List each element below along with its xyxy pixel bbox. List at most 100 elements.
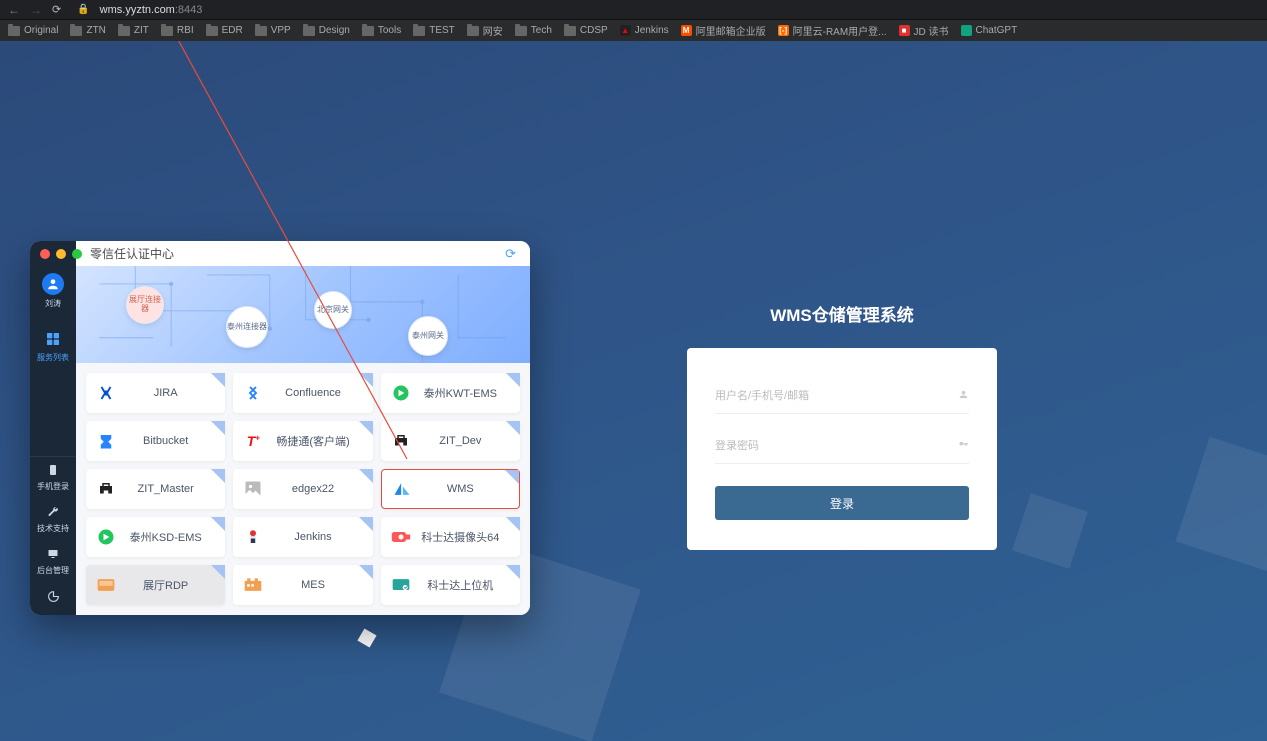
app-tile[interactable]: Bitbucket (86, 421, 225, 461)
tile-corner-badge (359, 373, 373, 387)
monitor-icon (30, 548, 76, 562)
bookmark-item[interactable]: RBI (161, 25, 194, 36)
tile-label: JIRA (118, 387, 217, 399)
username-field-wrapper (715, 378, 969, 414)
bookmark-item[interactable]: Tools (362, 25, 401, 36)
username-input[interactable] (715, 390, 958, 402)
tile-corner-badge (359, 469, 373, 483)
sidebar-item-logout[interactable] (30, 583, 76, 615)
app-tile[interactable]: ZIT_Dev (381, 421, 520, 461)
bookmark-label: ChatGPT (976, 25, 1018, 36)
tile-icon (389, 429, 413, 453)
bookmark-label: Design (319, 25, 350, 36)
tile-icon (389, 525, 413, 549)
app-tile[interactable]: edgex22 (233, 469, 372, 509)
bookmark-item[interactable]: ■JD 读书 (899, 23, 949, 38)
tile-label: MES (265, 579, 364, 591)
bookmark-item[interactable]: [-] 阿里云-RAM用户登... (778, 23, 887, 38)
app-tile[interactable]: Confluence (233, 373, 372, 413)
tile-icon (241, 477, 265, 501)
tile-corner-badge (506, 373, 520, 387)
refresh-button[interactable]: ⟳ (505, 246, 516, 262)
forward-button[interactable]: → (30, 3, 42, 17)
login-section: WMS仓储管理系统 登录 (687, 301, 997, 550)
folder-icon (303, 26, 315, 36)
bookmark-label: Original (24, 25, 58, 36)
app-tile[interactable]: 展厅RDP (86, 565, 225, 605)
bookmark-item[interactable]: Design (303, 25, 350, 36)
favicon: [-] (778, 25, 789, 36)
sidebar-item-backend[interactable]: 后台管理 (30, 541, 76, 583)
node-1: 展厅连接器 (126, 286, 164, 324)
tile-icon (241, 525, 265, 549)
maximize-window-button[interactable] (72, 249, 82, 259)
sidebar-item-support[interactable]: 技术支持 (30, 499, 76, 541)
folder-icon (118, 26, 130, 36)
bookmark-item[interactable]: Tech (515, 25, 552, 36)
folder-icon (564, 26, 576, 36)
tile-label: ZIT_Dev (413, 435, 512, 447)
close-window-button[interactable] (40, 249, 50, 259)
password-field-wrapper (715, 428, 969, 464)
tile-corner-badge (211, 517, 225, 531)
back-button[interactable]: ← (8, 3, 20, 17)
bookmark-label: RBI (177, 25, 194, 36)
app-tile[interactable]: WMS (381, 469, 520, 509)
app-window: 刘涛 服务列表 手机登录 (30, 241, 530, 615)
folder-icon (161, 26, 173, 36)
sidebar-user[interactable]: 刘涛 (30, 267, 76, 315)
bookmark-item[interactable]: CDSP (564, 25, 608, 36)
bookmark-item[interactable]: 网安 (467, 23, 503, 38)
app-sidebar: 刘涛 服务列表 手机登录 (30, 241, 76, 615)
bookmark-label: VPP (271, 25, 291, 36)
bookmark-item[interactable]: ZTN (70, 25, 105, 36)
bookmark-label: 阿里云-RAM用户登... (793, 23, 887, 38)
tile-icon (389, 381, 413, 405)
bookmark-item[interactable]: ZIT (118, 25, 149, 36)
user-avatar-icon (42, 273, 64, 295)
app-tile[interactable]: MES (233, 565, 372, 605)
app-tile[interactable]: 泰州KSD-EMS (86, 517, 225, 557)
phone-icon (30, 464, 76, 478)
key-icon (958, 439, 969, 453)
bookmark-item[interactable]: M阿里邮箱企业版 (681, 23, 766, 38)
tile-corner-badge (506, 421, 520, 435)
app-tile[interactable]: 泰州KWT-EMS (381, 373, 520, 413)
app-tile[interactable]: 科士达上位机 (381, 565, 520, 605)
bookmark-item[interactable]: EDR (206, 25, 243, 36)
bookmark-item[interactable]: ChatGPT (961, 25, 1018, 36)
tile-label: 泰州KWT-EMS (413, 385, 512, 401)
folder-icon (70, 26, 82, 36)
app-tile[interactable]: 科士达摄像头64 (381, 517, 520, 557)
app-title: 零信任认证中心 (90, 245, 174, 262)
tile-label: ZIT_Master (118, 483, 217, 495)
app-tile[interactable]: JIRA (86, 373, 225, 413)
logout-icon (30, 590, 76, 605)
tile-label: edgex22 (265, 483, 364, 495)
reload-button[interactable]: ⟳ (52, 3, 61, 16)
bookmark-item[interactable]: TEST (413, 25, 455, 36)
app-tile[interactable]: T+畅捷通(客户端) (233, 421, 372, 461)
bookmark-item[interactable]: ▲Jenkins (620, 25, 669, 36)
sidebar-phone-label: 手机登录 (37, 482, 69, 491)
sidebar-user-label: 刘涛 (45, 299, 61, 308)
tile-icon (94, 573, 118, 597)
sidebar-item-phone-login[interactable]: 手机登录 (30, 457, 76, 499)
tile-label: 畅捷通(客户端) (265, 433, 364, 449)
grid-icon (30, 331, 76, 349)
password-input[interactable] (715, 440, 958, 452)
tile-icon (94, 525, 118, 549)
login-button[interactable]: 登录 (715, 486, 969, 520)
tile-icon: T+ (241, 429, 265, 453)
minimize-window-button[interactable] (56, 249, 66, 259)
app-tile[interactable]: ZIT_Master (86, 469, 225, 509)
sidebar-item-services[interactable]: 服务列表 (30, 325, 76, 369)
bookmark-label: Jenkins (635, 25, 669, 36)
bookmark-item[interactable]: Original (8, 25, 58, 36)
app-grid: JIRAConfluence泰州KWT-EMSBitbucketT+畅捷通(客户… (76, 363, 530, 615)
bookmark-item[interactable]: VPP (255, 25, 291, 36)
folder-icon (8, 26, 20, 36)
url-display[interactable]: wms.yyztn.com:8443 (100, 4, 203, 16)
app-tile[interactable]: Jenkins (233, 517, 372, 557)
page-background: WMS仓储管理系统 登录 (0, 41, 1267, 741)
